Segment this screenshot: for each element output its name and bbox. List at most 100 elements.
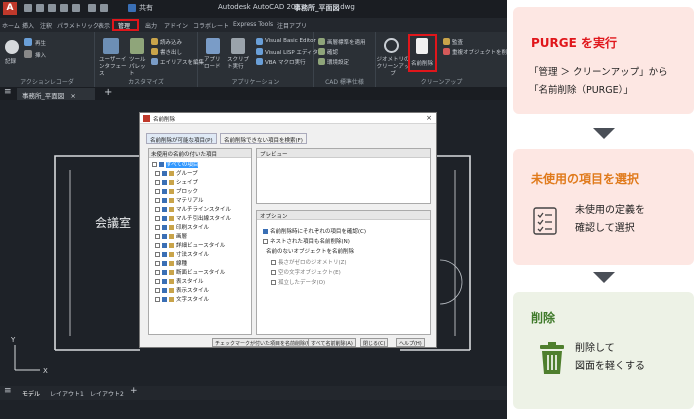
geometry-cleanup-label[interactable]: ジオメトリのクリーンアップ xyxy=(376,57,410,78)
checkbox-icon[interactable] xyxy=(162,243,167,248)
export-label[interactable]: 書き出し xyxy=(160,48,182,56)
plot-icon[interactable] xyxy=(72,4,80,12)
checkbox-icon[interactable] xyxy=(162,297,167,302)
run-script-icon[interactable] xyxy=(231,38,245,54)
run-script-label[interactable]: スクリプト実行 xyxy=(227,57,253,71)
checkbox-icon[interactable] xyxy=(271,280,276,285)
configure-standards-label[interactable]: 環境設定 xyxy=(327,58,349,66)
purge-all-button[interactable]: すべて名前削除(A) xyxy=(308,338,356,347)
play-label[interactable]: 再生 xyxy=(35,39,46,47)
autocad-logo[interactable]: A xyxy=(3,2,17,15)
tab-addins[interactable]: アドイン xyxy=(164,21,188,30)
empty-text-option[interactable]: 空の文字オブジェクト(E) xyxy=(271,268,341,276)
purge-checked-button[interactable]: チェックマークが付いた項目を名前削除(U) xyxy=(212,338,316,347)
checkbox-icon[interactable] xyxy=(162,198,167,203)
checkbox-icon[interactable] xyxy=(162,225,167,230)
tree-item[interactable]: 文字スタイル xyxy=(155,295,209,303)
tree-item[interactable]: 印刷スタイル xyxy=(155,223,209,231)
audit-icon[interactable] xyxy=(443,38,450,45)
nested-items-option[interactable]: ネストされた項目も名前削除(N) xyxy=(263,237,350,245)
close-icon[interactable]: × xyxy=(426,114,432,122)
orphaned-data-option[interactable]: 孤立したデータ(O) xyxy=(271,278,325,286)
checkbox-icon[interactable] xyxy=(162,288,167,293)
record-label[interactable]: 記録 xyxy=(5,57,16,65)
overkill-icon[interactable] xyxy=(443,48,450,55)
insert-message-icon[interactable] xyxy=(24,50,32,58)
lisp-editor-icon[interactable] xyxy=(256,48,263,55)
close-button[interactable]: 閉じる(C) xyxy=(360,338,389,347)
vba-run-icon[interactable] xyxy=(256,58,263,65)
tab-featured-apps[interactable]: 注目アプリ xyxy=(277,21,307,30)
configure-standards-icon[interactable] xyxy=(318,58,325,65)
tool-palettes-icon[interactable] xyxy=(130,38,144,54)
tab-view[interactable]: 表示 xyxy=(98,21,110,30)
import-label[interactable]: 読み込み xyxy=(160,38,182,46)
record-icon[interactable] xyxy=(5,40,19,54)
menu-icon[interactable]: ≡ xyxy=(4,386,12,396)
tree-root-item[interactable]: すべての項目 xyxy=(152,160,199,168)
zero-length-option[interactable]: 長さがゼロのジオメトリ(Z) xyxy=(271,258,347,266)
audit-label[interactable]: 監査 xyxy=(452,38,463,46)
expand-icon[interactable] xyxy=(152,162,157,167)
tab-home[interactable]: ホーム xyxy=(2,21,20,30)
edit-alias-icon[interactable] xyxy=(151,58,158,65)
new-icon[interactable] xyxy=(24,4,32,12)
checkbox-icon[interactable] xyxy=(162,279,167,284)
checkbox-icon[interactable] xyxy=(162,270,167,275)
undo-icon[interactable] xyxy=(88,4,96,12)
checkbox-icon[interactable] xyxy=(162,234,167,239)
tab-collaborate[interactable]: コラボレート xyxy=(193,21,229,30)
checkbox-icon[interactable] xyxy=(162,252,167,257)
vba-editor-label[interactable]: Visual Basic Editor xyxy=(265,38,316,44)
close-icon[interactable]: × xyxy=(70,92,75,100)
confirm-each-option[interactable]: 名前削除時にそれぞれの項目を確認(C) xyxy=(263,227,366,235)
tree-item[interactable]: グループ xyxy=(155,169,198,177)
import-icon[interactable] xyxy=(151,38,158,45)
tab-insert[interactable]: 挿入 xyxy=(22,21,34,30)
overkill-label[interactable]: 重複オブジェクトを削除 xyxy=(452,48,507,56)
load-application-icon[interactable] xyxy=(206,38,220,54)
tree-item[interactable]: マルチ引出線スタイル xyxy=(155,214,231,222)
checkbox-icon[interactable] xyxy=(162,261,167,266)
tab-express-tools[interactable]: Express Tools xyxy=(233,21,273,28)
save-as-icon[interactable] xyxy=(60,4,68,12)
layer-standards-icon[interactable] xyxy=(318,38,325,45)
tab-output[interactable]: 出力 xyxy=(145,21,157,30)
tree-item[interactable]: 画層 xyxy=(155,232,187,240)
checkbox-icon[interactable] xyxy=(162,189,167,194)
user-interface-label[interactable]: ユーザーインタフェース xyxy=(99,57,129,78)
tree-item[interactable]: 寸法スタイル xyxy=(155,250,209,258)
checkbox-icon[interactable] xyxy=(271,260,276,265)
tab-model[interactable]: モデル xyxy=(22,389,40,398)
file-tab[interactable]: 事務所_平面図 × xyxy=(17,88,95,100)
checkbox-icon[interactable] xyxy=(159,162,164,167)
checkbox-icon[interactable] xyxy=(271,270,276,275)
insert-label[interactable]: 挿入 xyxy=(35,51,46,59)
redo-icon[interactable] xyxy=(100,4,108,12)
lisp-editor-label[interactable]: Visual LISP エディタ xyxy=(265,48,318,56)
share-label[interactable]: 共有 xyxy=(139,3,153,13)
tab-find-nonpurgeable[interactable]: 名前削除できない項目を検索(F) xyxy=(220,133,307,144)
tree-item[interactable]: 詳細ビュースタイル xyxy=(155,241,225,249)
tree-item[interactable]: 表スタイル xyxy=(155,277,204,285)
tab-layout1[interactable]: レイアウト1 xyxy=(50,389,84,398)
tab-parametric[interactable]: パラメトリック xyxy=(57,21,99,30)
save-icon[interactable] xyxy=(48,4,56,12)
vba-editor-icon[interactable] xyxy=(256,38,263,45)
help-button[interactable]: ヘルプ(H) xyxy=(396,338,425,347)
checkbox-icon[interactable] xyxy=(263,229,268,234)
add-layout-icon[interactable]: + xyxy=(130,386,138,396)
tab-purgeable-items[interactable]: 名前削除が可能な項目(P) xyxy=(146,133,217,144)
checkbox-icon[interactable] xyxy=(162,171,167,176)
checkbox-icon[interactable] xyxy=(162,207,167,212)
load-application-label[interactable]: アプリロード xyxy=(204,57,222,71)
geometry-cleanup-icon[interactable] xyxy=(384,38,399,53)
tree-item[interactable]: 表示スタイル xyxy=(155,286,209,294)
vba-run-label[interactable]: VBA マクロ実行 xyxy=(265,58,306,66)
user-interface-icon[interactable] xyxy=(103,38,119,54)
checkbox-icon[interactable] xyxy=(162,180,167,185)
check-standards-label[interactable]: 確認 xyxy=(327,48,338,56)
checkbox-icon[interactable] xyxy=(162,216,167,221)
open-icon[interactable] xyxy=(36,4,44,12)
play-icon[interactable] xyxy=(24,38,32,46)
